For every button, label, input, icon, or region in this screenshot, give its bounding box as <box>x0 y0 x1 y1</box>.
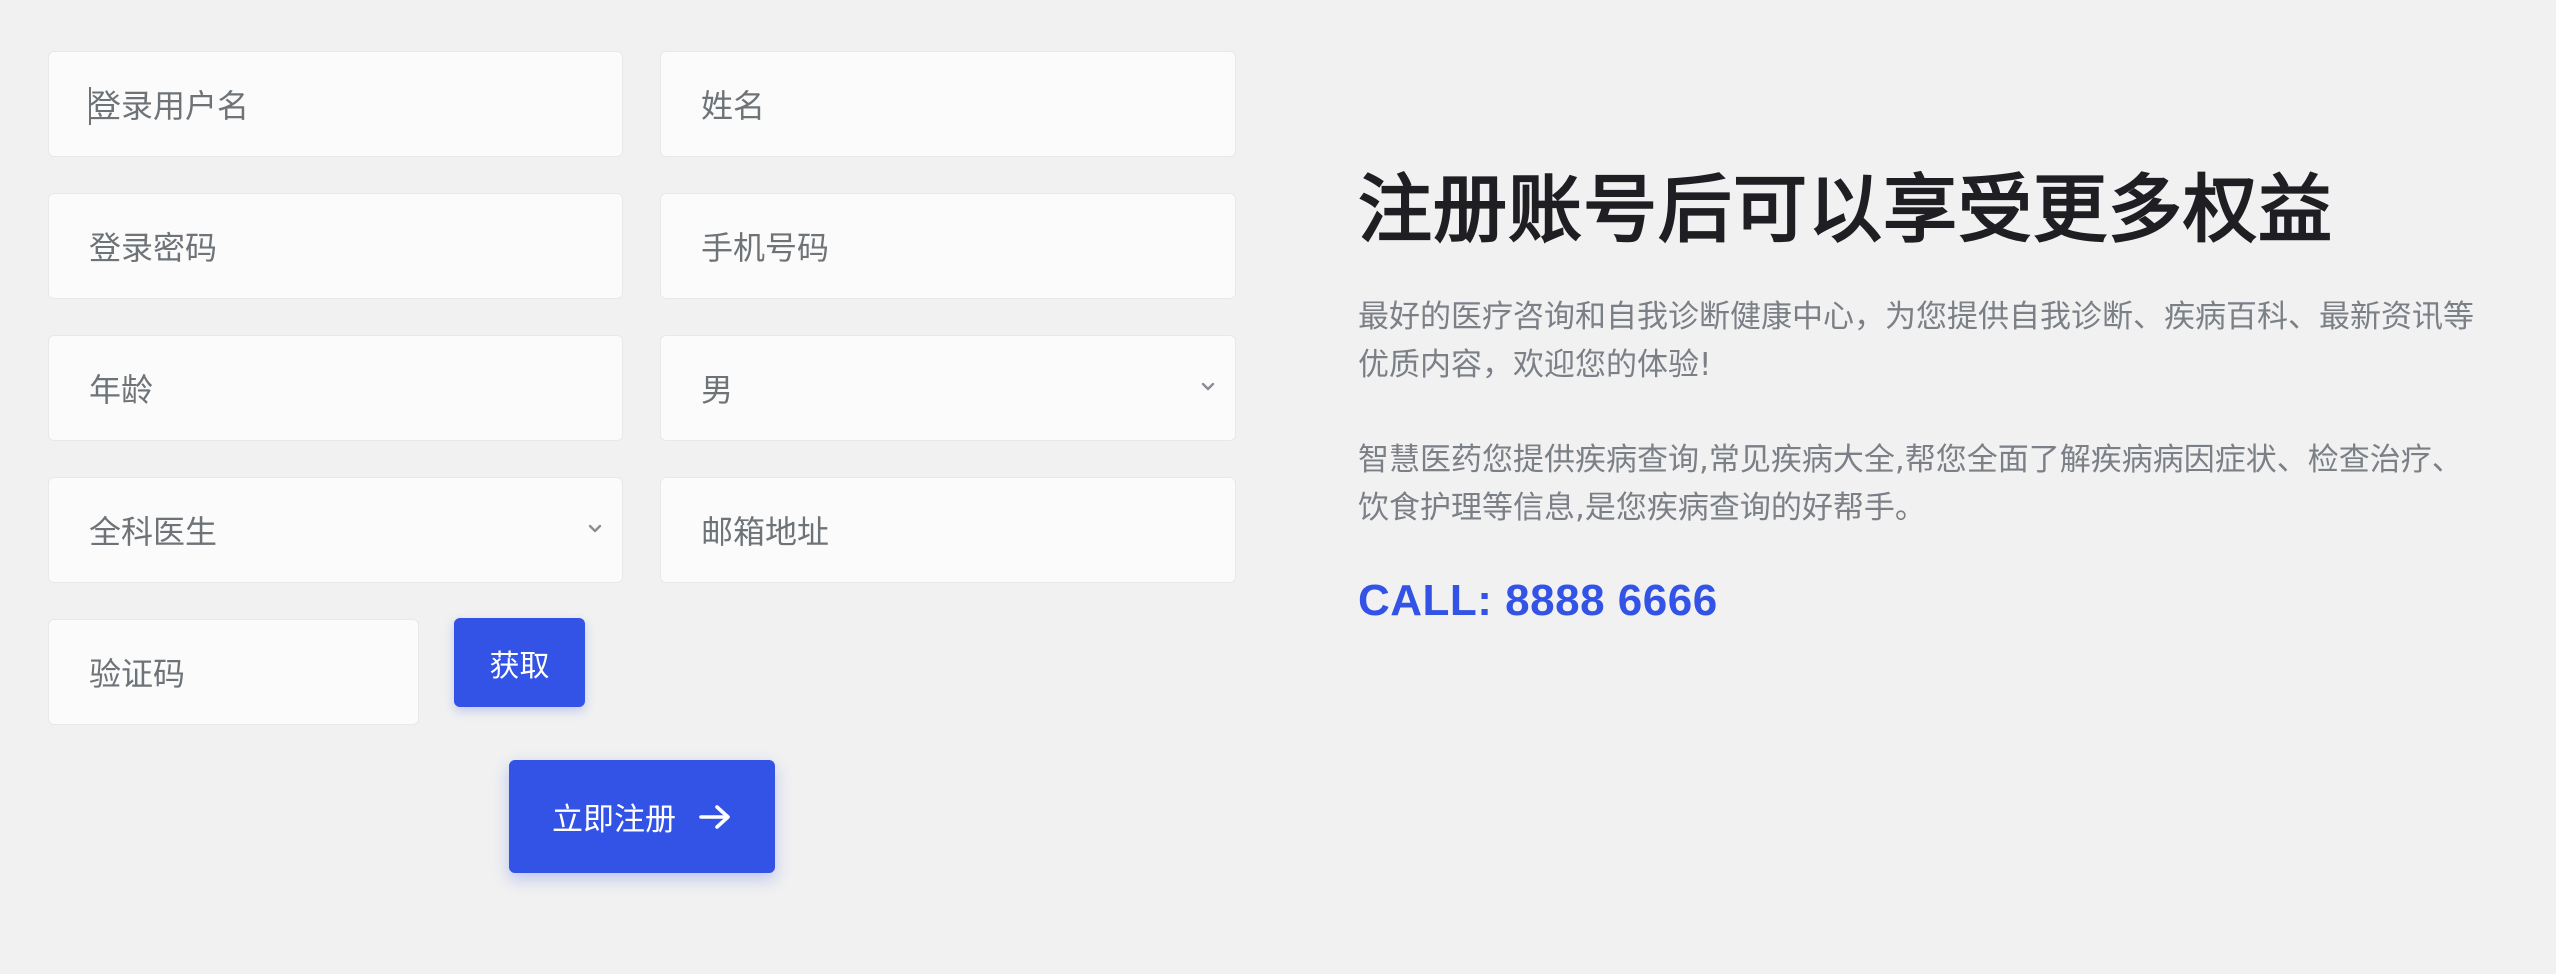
captcha-placeholder: 验证码 <box>89 655 186 693</box>
phone-placeholder: 手机号码 <box>701 229 830 267</box>
age-placeholder: 年龄 <box>89 371 154 409</box>
name-placeholder: 姓名 <box>701 87 766 125</box>
department-select[interactable]: 全科医生 <box>48 477 623 583</box>
registration-page: 登录用户名 姓名 登录密码 手机号码 年龄 男 全科医生 邮箱地址 验证码 获取… <box>0 0 2556 974</box>
get-code-label: 获取 <box>489 648 550 684</box>
email-field[interactable]: 邮箱地址 <box>660 477 1236 583</box>
promo-paragraph-2: 智慧医药您提供疾病查询,常见疾病大全,帮您全面了解疾病病因症状、检查治疗、饮食护… <box>1358 442 2463 526</box>
text-cursor <box>89 87 91 125</box>
chevron-down-icon <box>1201 382 1215 391</box>
name-field[interactable]: 姓名 <box>660 51 1236 157</box>
phone-field[interactable]: 手机号码 <box>660 193 1236 299</box>
password-field[interactable]: 登录密码 <box>48 193 623 299</box>
password-placeholder: 登录密码 <box>89 229 218 267</box>
chevron-down-icon <box>588 524 602 533</box>
age-field[interactable]: 年龄 <box>48 335 623 441</box>
email-placeholder: 邮箱地址 <box>701 513 830 551</box>
register-button[interactable]: 立即注册 <box>509 760 775 873</box>
promo-paragraph-1: 最好的医疗咨询和自我诊断健康中心，为您提供自我诊断、疾病百科、最新资讯等优质内容… <box>1358 299 2474 383</box>
call-number: CALL: 8888 6666 <box>1358 576 1718 625</box>
arrow-right-icon <box>699 804 730 829</box>
department-select-value: 全科医生 <box>89 513 218 551</box>
username-placeholder: 登录用户名 <box>89 87 250 125</box>
gender-select-value: 男 <box>701 371 734 409</box>
gender-select[interactable]: 男 <box>660 335 1236 441</box>
username-field[interactable]: 登录用户名 <box>48 51 623 157</box>
register-label: 立即注册 <box>552 802 676 838</box>
captcha-field[interactable]: 验证码 <box>48 619 419 725</box>
promo-title: 注册账号后可以享受更多权益 <box>1358 167 2333 253</box>
get-code-button[interactable]: 获取 <box>454 618 585 707</box>
